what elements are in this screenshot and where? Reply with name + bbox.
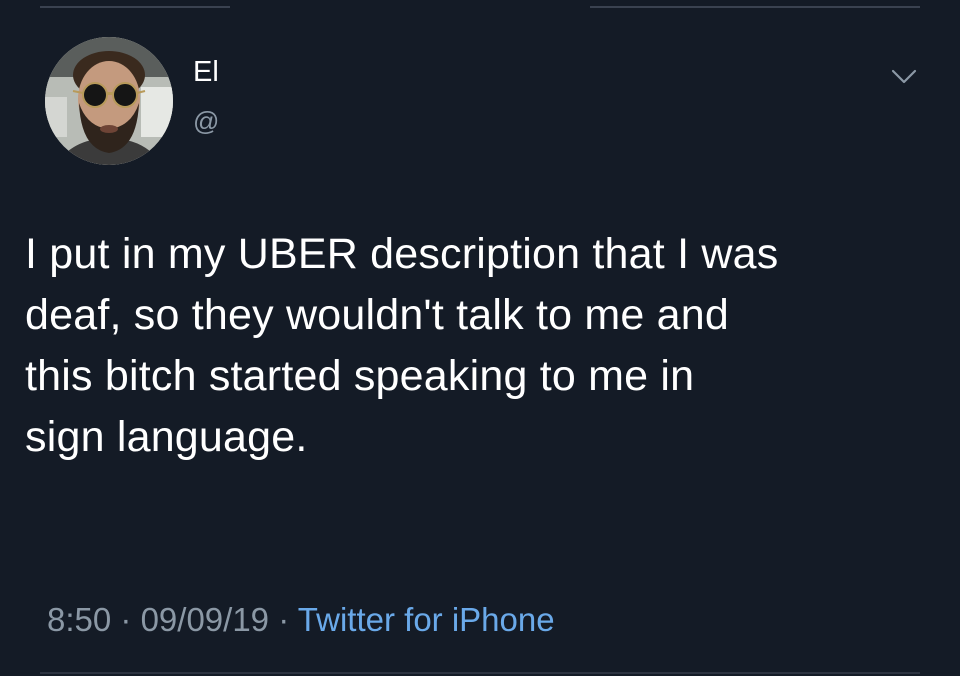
tweet-source-link[interactable]: Twitter for iPhone <box>298 601 555 638</box>
bottom-divider <box>40 672 920 674</box>
author-handle[interactable]: @ <box>193 108 219 134</box>
tweet-text-line: deaf, so they wouldn't talk to me and <box>25 291 730 339</box>
tweet-metadata: 8:50 · 09/09/19 · Twitter for iPhone <box>47 600 555 640</box>
tweet-text-line: sign language. <box>25 413 308 461</box>
meta-separator: · <box>278 601 290 638</box>
tweet-text-line: I put in my UBER description that I was <box>25 230 779 278</box>
tweet-text-line: this bitch started speaking to me in <box>25 352 695 400</box>
meta-separator: · <box>120 601 132 638</box>
tweet-date[interactable]: 09/09/19 <box>141 601 269 638</box>
chevron-down-icon[interactable] <box>890 66 918 88</box>
top-divider-right <box>590 6 920 8</box>
avatar[interactable] <box>45 37 173 165</box>
tweet-time[interactable]: 8:50 <box>47 601 111 638</box>
tweet-text: I put in my UBER description that I was … <box>25 224 955 468</box>
top-divider-left <box>40 6 230 8</box>
author-display-name[interactable]: El <box>193 58 219 87</box>
avatar-photo <box>45 37 173 165</box>
